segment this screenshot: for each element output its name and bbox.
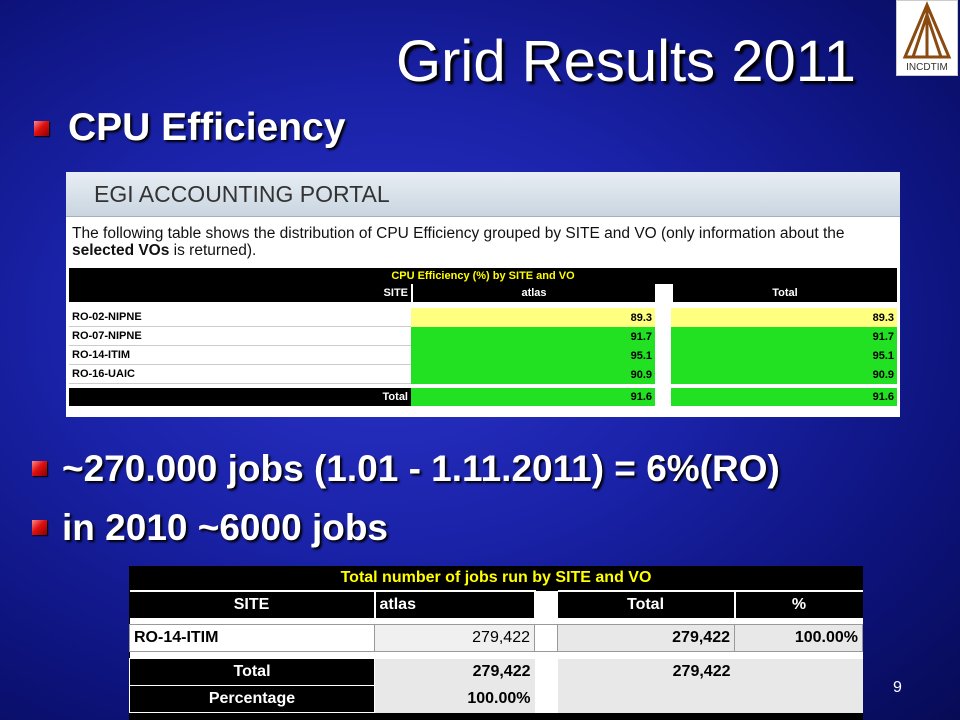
jobs-row-total: 279,422 [557, 624, 735, 652]
desc-text-1: The following table shows the distributi… [72, 225, 845, 242]
cpu-efficiency-table: CPU Efficiency (%) by SITE and VO SITE a… [69, 268, 897, 406]
table-row: RO-14-ITIM 95.1 95.1 [69, 346, 897, 365]
table-title: CPU Efficiency (%) by SITE and VO [69, 268, 897, 284]
portal-description: The following table shows the distributi… [66, 217, 900, 259]
egi-portal-screenshot: EGI ACCOUNTING PORTAL The following tabl… [66, 172, 900, 417]
col-total: Total [671, 284, 897, 302]
row-site: RO-07-NIPNE [69, 327, 411, 346]
logo-text: INCDTIM [906, 62, 948, 73]
table-row: RO-16-UAIC 90.9 90.9 [69, 365, 897, 384]
desc-text-2: is returned). [169, 242, 257, 259]
jobs-table-row: RO-14-ITIM 279,422 279,422 100.00% [129, 624, 863, 652]
portal-header: EGI ACCOUNTING PORTAL [66, 172, 900, 217]
row-atlas: 91.7 [411, 327, 655, 346]
desc-text-bold: selected VOs [72, 242, 170, 259]
jobs-pct-atlas: 100.00% [374, 685, 535, 713]
jobs-table-screenshot: Total number of jobs run by SITE and VO … [129, 566, 863, 720]
jobs-total-total: 279,422 [557, 658, 735, 686]
bullet-jobs-2010: in 2010 ~6000 jobs [62, 507, 389, 548]
bullet-cpu-efficiency: CPU Efficiency [68, 106, 346, 149]
bullet-icon [34, 121, 49, 136]
total-label: Total [69, 388, 411, 406]
jobs-col-atlas: atlas [374, 590, 536, 618]
table-row: RO-07-NIPNE 91.7 91.7 [69, 327, 897, 346]
incdtim-logo: INCDTIM [896, 0, 958, 76]
row-atlas: 90.9 [411, 365, 655, 384]
row-site: RO-16-UAIC [69, 365, 411, 384]
row-atlas: 95.1 [411, 346, 655, 365]
row-site: RO-02-NIPNE [69, 308, 411, 327]
bullet-icon [32, 461, 47, 476]
total-atlas: 91.6 [411, 388, 655, 406]
jobs-row-pct: 100.00% [734, 624, 863, 652]
jobs-percentage-row: Percentage 100.00% [129, 685, 863, 713]
jobs-pct-label: Percentage [129, 685, 375, 713]
col-atlas: atlas [411, 284, 655, 302]
bullet-jobs-2011: ~270.000 jobs (1.01 - 1.11.2011) = 6%(RO… [62, 448, 780, 489]
jobs-total-atlas: 279,422 [374, 658, 535, 686]
jobs-table-title: Total number of jobs run by SITE and VO [340, 569, 652, 586]
slide-title: Grid Results 2011 [396, 29, 856, 94]
row-total: 89.3 [671, 308, 897, 327]
jobs-row-atlas: 279,422 [374, 624, 535, 652]
logo-emblem-icon [902, 1, 952, 59]
row-total: 95.1 [671, 346, 897, 365]
row-atlas: 89.3 [411, 308, 655, 327]
page-number: 9 [893, 679, 902, 696]
row-total: 91.7 [671, 327, 897, 346]
table-total-row: Total 91.6 91.6 [69, 388, 897, 406]
jobs-col-total: Total [557, 590, 736, 618]
bullet-icon [32, 520, 47, 535]
row-total: 90.9 [671, 365, 897, 384]
col-site: SITE [69, 284, 411, 302]
jobs-col-pct: % [734, 590, 863, 618]
jobs-total-row: Total 279,422 279,422 [129, 658, 863, 686]
jobs-row-site: RO-14-ITIM [129, 624, 375, 652]
total-total: 91.6 [671, 388, 897, 406]
jobs-total-label: Total [129, 658, 375, 686]
table-row: RO-02-NIPNE 89.3 89.3 [69, 308, 897, 327]
jobs-col-site: SITE [129, 590, 376, 618]
jobs-table: Total number of jobs run by SITE and VO … [129, 566, 863, 713]
row-site: RO-14-ITIM [69, 346, 411, 365]
